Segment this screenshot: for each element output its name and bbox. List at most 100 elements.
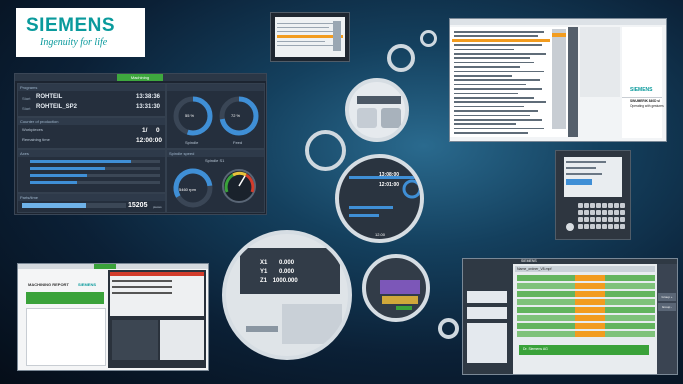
- axis-bar-4: [30, 181, 77, 184]
- keypad-key[interactable]: [620, 217, 625, 222]
- code-line: [454, 119, 542, 121]
- keypad-key[interactable]: [614, 224, 619, 229]
- tool-row-highlight: [575, 299, 605, 305]
- program-label-1: Start: [22, 96, 31, 101]
- tool-row-highlight: [575, 291, 605, 297]
- code-line: [454, 31, 544, 33]
- group-minus-button[interactable]: Group -: [658, 303, 676, 311]
- tool-row-highlight: [575, 331, 605, 337]
- keypad-key[interactable]: [614, 203, 619, 208]
- keypad-key[interactable]: [590, 217, 595, 222]
- keypad-key[interactable]: [578, 224, 583, 229]
- tool-list-screenshot: SIEMENS Name_ordner_V8.mpf Dr. Siemens A…: [462, 258, 678, 375]
- dashboard-top-bar: Machining: [15, 74, 266, 81]
- axis-value-1: 0.000: [279, 260, 295, 266]
- keypad-key[interactable]: [608, 217, 613, 222]
- manual-brand: SIEMENS: [630, 87, 653, 93]
- keypad-key[interactable]: [596, 203, 601, 208]
- workpieces-count: 0: [156, 127, 160, 134]
- brand-tagline: Ingenuity for life: [40, 37, 108, 48]
- code-line: [454, 75, 512, 77]
- code-line: [454, 83, 526, 86]
- code-line: [454, 114, 530, 117]
- code-line: [454, 92, 518, 95]
- tool-row-highlight: [575, 315, 605, 321]
- program-name-1[interactable]: ROHTEIL: [36, 94, 62, 100]
- machine-dashboard: Machining Programs Start ROHTEIL 13:38:3…: [14, 73, 267, 215]
- production-title: Counter of production: [18, 118, 165, 125]
- keypad-key[interactable]: [596, 210, 601, 215]
- axes-title: Axes: [18, 150, 165, 157]
- bottom-screen-header: Name_ordner_V8.mpf: [517, 267, 552, 271]
- spindle-sub: Spindle S1: [205, 158, 225, 163]
- gauges-title: [167, 84, 264, 91]
- axis-value-2: 0.000: [279, 269, 295, 275]
- workpieces-label: Workpieces: [22, 127, 43, 132]
- counter-unit: pieces: [153, 205, 162, 209]
- keypad-key[interactable]: [602, 203, 607, 208]
- rotary-knob[interactable]: [566, 223, 574, 231]
- keypad-key[interactable]: [596, 217, 601, 222]
- code-line: [454, 53, 546, 55]
- mode-label[interactable]: Machining: [117, 74, 163, 81]
- programs-panel: Programs Start ROHTEIL 13:38:36 Start RO…: [17, 83, 166, 117]
- report-title: MACHINING REPORT: [28, 282, 69, 287]
- keypad-key[interactable]: [620, 224, 625, 229]
- axis-value-3: 1000.000: [272, 278, 298, 284]
- report-green-bar: [94, 264, 116, 269]
- axis-bar-3: [30, 174, 88, 177]
- code-line: [454, 79, 540, 81]
- keypad-key[interactable]: [620, 210, 625, 215]
- keypad-key[interactable]: [620, 203, 625, 208]
- code-line: [454, 35, 538, 37]
- keypad-key[interactable]: [590, 224, 595, 229]
- program-time-1: 13:38:36: [136, 94, 161, 100]
- group-plus-button[interactable]: Group +: [658, 293, 676, 301]
- decor-ring-2: [420, 30, 437, 47]
- keypad-key[interactable]: [584, 210, 589, 215]
- keypad-key[interactable]: [578, 203, 583, 208]
- rpm-value: 5460 rpm: [179, 187, 196, 192]
- load-gauge: [222, 169, 256, 203]
- code-line: [454, 105, 524, 108]
- keypad-key[interactable]: [602, 224, 607, 229]
- keypad-key[interactable]: [590, 210, 595, 215]
- gauge-left-value: 55 %: [185, 113, 195, 118]
- code-line: [454, 57, 530, 59]
- code-line: [454, 70, 544, 73]
- keypad-key[interactable]: [578, 217, 583, 222]
- runtime-label: Remaining time: [22, 137, 50, 142]
- decor-ring-1: [387, 44, 415, 72]
- keypad-key[interactable]: [596, 224, 601, 229]
- keypad-key[interactable]: [608, 203, 613, 208]
- time-a: 13:08:00: [379, 172, 400, 178]
- production-panel: Counter of production Workpieces 1/ 0 Re…: [17, 117, 166, 149]
- keypad-key[interactable]: [608, 224, 613, 229]
- keypad-key[interactable]: [608, 210, 613, 215]
- program-name-2[interactable]: ROHTEIL_SP2: [36, 104, 77, 110]
- code-line: [454, 61, 534, 64]
- tool-row-highlight: [575, 283, 605, 289]
- gauge-right-value: 72 %: [231, 113, 241, 118]
- keypad-key[interactable]: [602, 217, 607, 222]
- bottom-screen-status: Dr. Siemens AG: [523, 347, 548, 351]
- code-line: [454, 88, 542, 90]
- spindle-title: Spindle speed: [167, 150, 264, 157]
- axis-row-1: X1 0.000: [260, 260, 294, 266]
- program-editor-screenshot: SIEMENS SINUMERIK 840D sl Operating with…: [449, 18, 667, 142]
- keypad-key[interactable]: [584, 203, 589, 208]
- keypad-key[interactable]: [614, 210, 619, 215]
- keypad-key[interactable]: [584, 224, 589, 229]
- keypad-key[interactable]: [614, 217, 619, 222]
- counter-bar: [22, 203, 87, 208]
- manual-title: SINUMERIK 840D sl: [630, 99, 660, 103]
- counter-panel: Parts/time 15205 pieces: [17, 193, 166, 213]
- tool-row-highlight: [575, 307, 605, 313]
- axis-row-3: Z1 1000.000: [260, 278, 298, 284]
- keypad-key[interactable]: [584, 217, 589, 222]
- code-line: [454, 44, 542, 46]
- code-line: [454, 123, 516, 125]
- keypad-key[interactable]: [578, 210, 583, 215]
- keypad-key[interactable]: [590, 203, 595, 208]
- keypad-key[interactable]: [602, 210, 607, 215]
